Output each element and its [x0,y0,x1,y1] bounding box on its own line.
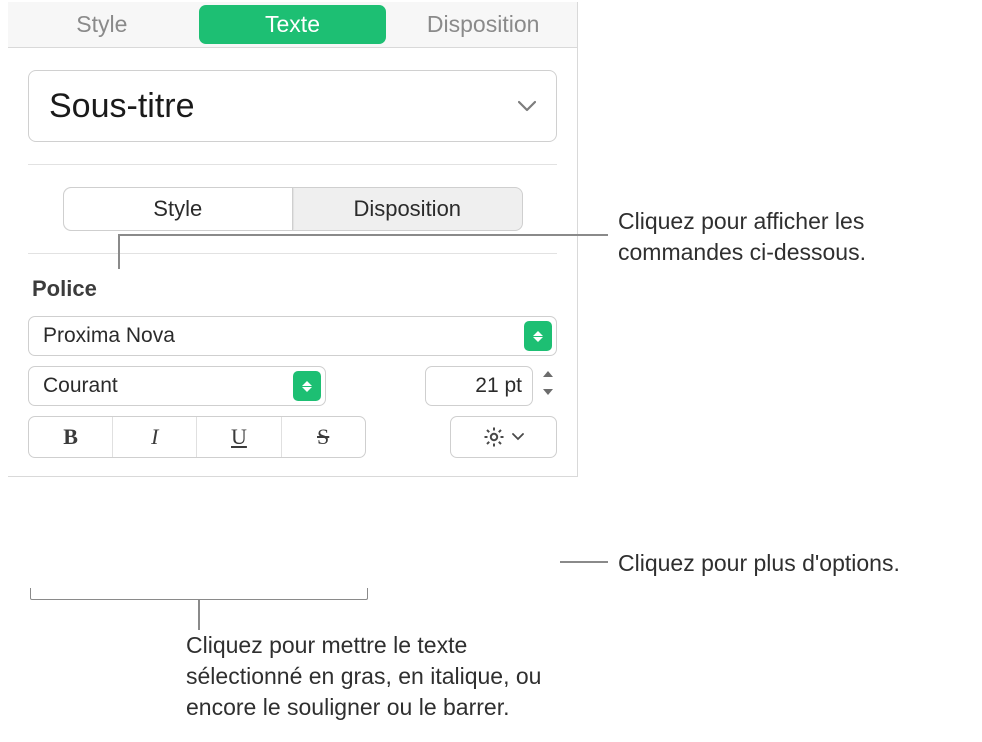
format-inspector-panel: Style Texte Disposition Sous-titre Style… [8,2,578,477]
font-weight-value: Courant [43,374,118,398]
callout-segmented: Cliquez pour afficher les commandes ci-d… [618,206,958,268]
paragraph-style-select[interactable]: Sous-titre [28,70,557,142]
paragraph-style-label: Sous-titre [49,87,195,126]
updown-icon [293,371,321,401]
font-size-value: 21 pt [436,374,528,398]
font-family-value: Proxima Nova [43,324,175,348]
tab-texte[interactable]: Texte [199,5,387,44]
callout-line [560,561,608,563]
callout-advanced: Cliquez pour plus d'options. [618,548,978,579]
divider [28,253,557,254]
divider [28,164,557,165]
callout-line [198,600,200,630]
font-weight-select[interactable]: Courant [28,366,326,406]
font-size-field[interactable]: 21 pt [425,366,533,406]
inspector-tabs: Style Texte Disposition [8,2,577,48]
advanced-options-button[interactable] [450,416,557,458]
font-size-down[interactable] [539,384,557,400]
font-size-stepper [539,366,557,406]
chevron-down-icon [518,100,536,112]
panel-body: Sous-titre Style Disposition Police Prox… [8,48,577,476]
callout-bracket [30,588,368,600]
callout-line [118,234,608,236]
underline-button[interactable]: U [197,417,281,457]
callout-bius: Cliquez pour mettre le texte sélectionné… [186,630,586,723]
chevron-down-icon [512,433,524,441]
font-size-up[interactable] [539,366,557,382]
updown-icon [524,321,552,351]
italic-button[interactable]: I [113,417,197,457]
strikethrough-button[interactable]: S [282,417,365,457]
bold-button[interactable]: B [29,417,113,457]
subtab-style[interactable]: Style [64,188,294,230]
text-style-group: B I U S [28,416,366,458]
font-family-select[interactable]: Proxima Nova [28,316,557,356]
callout-line [118,235,120,269]
gear-icon [482,425,506,449]
subtab-disposition[interactable]: Disposition [293,188,522,230]
tab-style[interactable]: Style [8,2,196,47]
tab-disposition[interactable]: Disposition [389,2,577,47]
text-subtabs: Style Disposition [63,187,523,231]
font-section-label: Police [32,276,557,302]
